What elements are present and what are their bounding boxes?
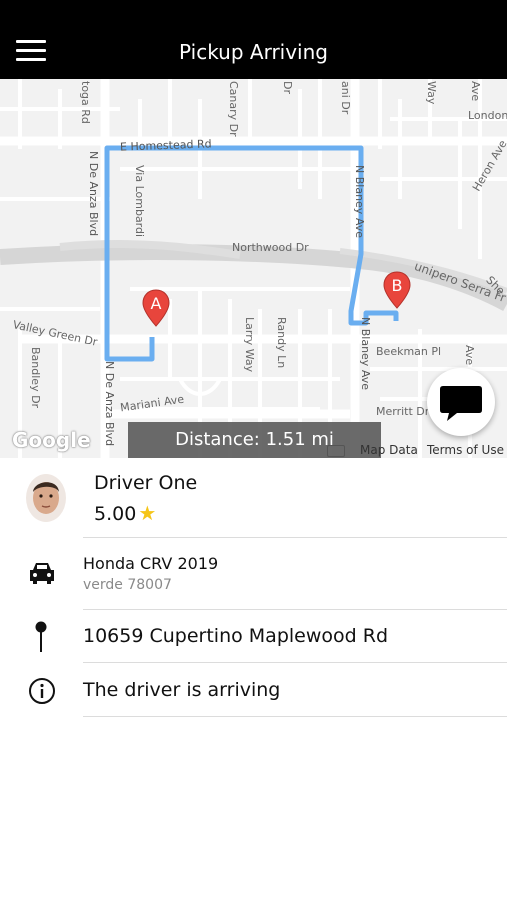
- driver-name: Driver One: [94, 472, 198, 494]
- map-label: Way: [425, 81, 438, 105]
- map-label: Northwood Dr: [232, 241, 309, 254]
- rating-value: 5.00: [94, 503, 137, 525]
- map-label: N De Anza Blvd: [103, 361, 116, 447]
- map-label: N Blaney Ave: [353, 165, 366, 238]
- driver-card: Driver One 5.00 ★: [0, 458, 507, 538]
- map-label: London: [468, 109, 507, 122]
- page-title: Pickup Arriving: [179, 40, 328, 64]
- chat-button[interactable]: [427, 368, 495, 436]
- car-icon: [30, 563, 54, 584]
- map-label: N Blaney Ave: [359, 317, 372, 390]
- status-text: The driver is arriving: [83, 679, 281, 701]
- map-label: Bandley Dr: [29, 347, 42, 409]
- map-label: Ave: [469, 81, 482, 102]
- map-label: Merritt Dr: [376, 405, 430, 418]
- keyboard-icon: [327, 445, 345, 457]
- map-label: Via Lombardi: [133, 165, 146, 238]
- divider: [83, 716, 507, 717]
- map-label: Ave: [463, 345, 476, 366]
- map-label: Beekman Pl: [376, 345, 442, 358]
- pickup-row: 10659 Cupertino Maplewood Rd: [0, 610, 507, 663]
- marker-a-label: A: [150, 294, 162, 313]
- status-row: The driver is arriving: [0, 663, 507, 717]
- driver-avatar: [26, 474, 66, 522]
- map-label: toga Rd: [79, 81, 92, 124]
- map-label: Canary Dr: [227, 81, 240, 137]
- pickup-address: 10659 Cupertino Maplewood Rd: [83, 625, 389, 647]
- marker-b-label: B: [391, 276, 403, 295]
- vehicle-model: Honda CRV 2019: [83, 554, 219, 573]
- map-label: ani Dr: [339, 81, 352, 115]
- vehicle-row: Honda CRV 2019 verde 78007: [0, 538, 507, 610]
- map-label: Dr: [281, 81, 294, 94]
- vehicle-plate: verde 78007: [83, 577, 172, 593]
- chat-bubble-icon: [440, 386, 482, 421]
- app-header: Pickup Arriving: [0, 0, 507, 79]
- driver-rating: 5.00 ★: [94, 501, 156, 525]
- info-icon: [29, 678, 55, 704]
- map-label: N De Anza Blvd: [87, 151, 100, 237]
- location-pin-icon: [35, 621, 47, 652]
- map-label: Randy Ln: [275, 317, 288, 369]
- terms-of-use-link[interactable]: Terms of Use: [427, 443, 504, 457]
- star-icon: ★: [138, 501, 157, 525]
- map-data-link[interactable]: Map Data: [360, 443, 418, 457]
- map-label: Larry Way: [243, 317, 256, 373]
- google-logo: Google: [12, 428, 91, 452]
